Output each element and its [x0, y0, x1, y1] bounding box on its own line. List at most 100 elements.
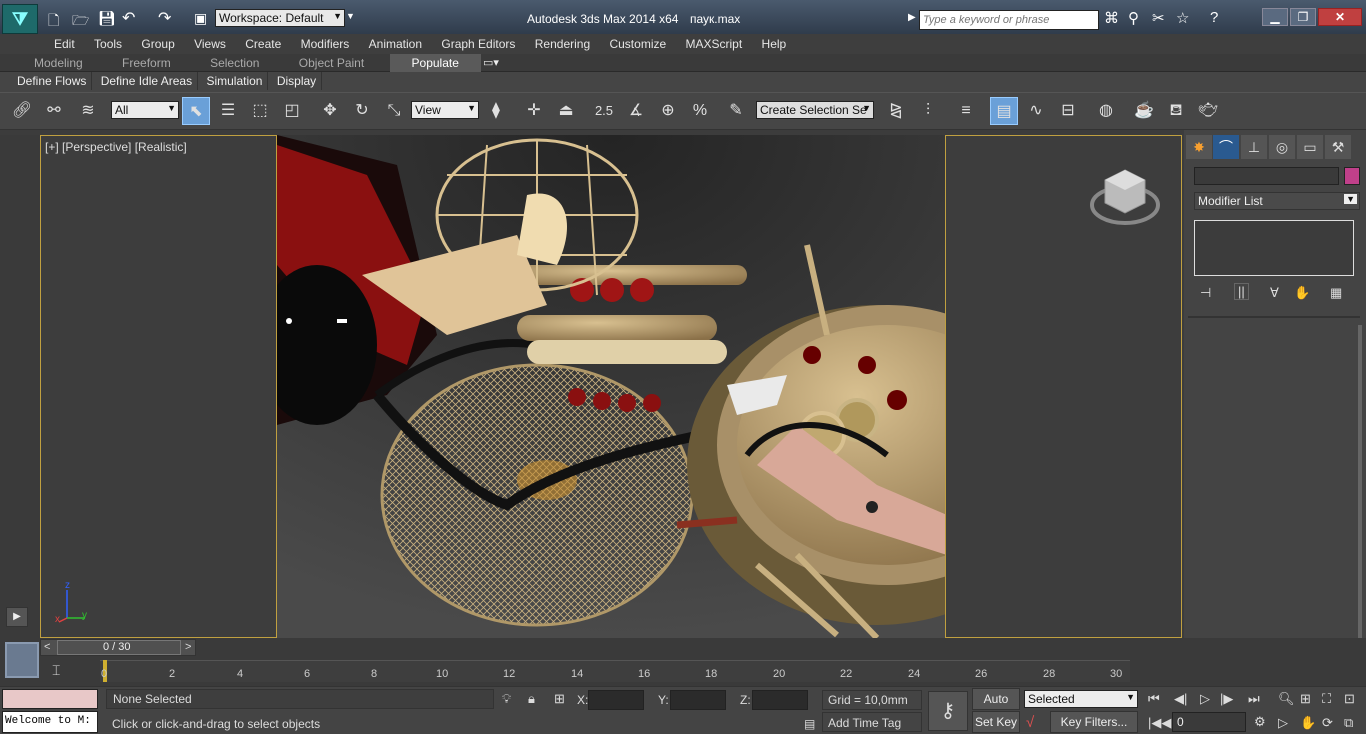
- search-input[interactable]: [919, 10, 1099, 30]
- communication-center-icon[interactable]: ✂: [1152, 9, 1165, 27]
- named-selection-dropdown[interactable]: Create Selection Se ▼: [756, 101, 874, 119]
- tab-freeform[interactable]: Freeform: [108, 54, 185, 72]
- align-icon[interactable]: ⫶: [914, 97, 942, 125]
- curve-editor-icon[interactable]: ∿: [1022, 97, 1050, 125]
- current-frame-field[interactable]: 0: [1172, 712, 1246, 732]
- define-flows-button[interactable]: Define Flows: [12, 72, 93, 90]
- selection-filter-dropdown[interactable]: All ▼: [111, 101, 179, 119]
- modifier-list-dropdown[interactable]: Modifier List ▼: [1194, 192, 1360, 210]
- zoom-icon[interactable]: 🔍︎: [1278, 691, 1295, 707]
- spinner-snap-icon[interactable]: %: [686, 97, 714, 125]
- go-to-start-icon[interactable]: ⏮: [1148, 691, 1160, 707]
- menu-create[interactable]: Create: [237, 34, 289, 54]
- viewport-label[interactable]: [+] [Perspective] [Realistic]: [45, 140, 187, 154]
- tab-modeling[interactable]: Modeling: [20, 54, 97, 72]
- set-key-button[interactable]: Set Key: [972, 711, 1020, 733]
- search-expand-icon[interactable]: ▶: [908, 12, 916, 23]
- go-to-end-icon[interactable]: ⏭: [1248, 691, 1260, 707]
- render-production-icon[interactable]: 🫖︎: [1194, 97, 1222, 125]
- save-file-icon[interactable]: 💾︎: [98, 10, 116, 27]
- utilities-tab-icon[interactable]: ⚒: [1325, 135, 1351, 159]
- material-editor-icon[interactable]: ◍: [1092, 97, 1120, 125]
- select-manipulate-icon[interactable]: ✛: [520, 97, 548, 125]
- favorites-star-icon[interactable]: ☆: [1176, 9, 1189, 27]
- simulation-button[interactable]: Simulation: [201, 72, 269, 90]
- viewport-thumbnail[interactable]: [5, 642, 39, 678]
- mirror-icon[interactable]: ⧎: [882, 97, 910, 125]
- time-slider-next-icon[interactable]: >: [185, 641, 191, 653]
- motion-tab-icon[interactable]: ◎: [1269, 135, 1295, 159]
- time-configuration-icon[interactable]: ⚙: [1254, 714, 1266, 730]
- close-button[interactable]: ✕: [1318, 8, 1362, 26]
- subscription-key-icon[interactable]: ⚲: [1128, 9, 1139, 27]
- play-icon[interactable]: ▷: [1200, 691, 1210, 707]
- tab-populate[interactable]: Populate: [389, 54, 481, 72]
- zoom-extents-icon[interactable]: ⛶: [1322, 691, 1331, 707]
- binoculars-icon[interactable]: ⌘: [1104, 9, 1119, 27]
- app-logo-icon[interactable]: ⧩: [2, 4, 38, 34]
- display-button[interactable]: Display: [272, 72, 323, 90]
- scale-icon[interactable]: ⤡: [380, 97, 408, 125]
- menu-graph-editors[interactable]: Graph Editors: [433, 34, 523, 54]
- configure-modifier-sets-icon[interactable]: ▦: [1330, 285, 1342, 301]
- ribbon-options-icon[interactable]: ▭▾: [483, 56, 499, 69]
- edit-named-selection-icon[interactable]: ✎: [722, 97, 750, 125]
- maxscript-mini-listener[interactable]: Welcome to M:: [2, 711, 98, 733]
- bind-space-warp-icon[interactable]: ≋: [74, 97, 102, 125]
- key-filters-button[interactable]: Key Filters...: [1050, 711, 1138, 733]
- next-frame-icon[interactable]: |▶: [1220, 691, 1233, 707]
- isolate-selection-icon[interactable]: 💡︎: [502, 691, 511, 707]
- modifier-stack[interactable]: [1194, 220, 1354, 276]
- menu-help[interactable]: Help: [754, 34, 795, 54]
- menu-rendering[interactable]: Rendering: [527, 34, 598, 54]
- panel-scrollbar[interactable]: [1358, 325, 1362, 655]
- set-keys-key-icon[interactable]: ⚷: [928, 691, 968, 731]
- keyboard-shortcut-override-icon[interactable]: ⏏: [552, 97, 580, 125]
- select-by-name-icon[interactable]: ☰: [214, 97, 242, 125]
- create-tab-icon[interactable]: ✸: [1186, 135, 1212, 159]
- tab-object-paint[interactable]: Object Paint: [285, 54, 378, 72]
- key-mode-toggle-icon[interactable]: |◀◀: [1148, 715, 1171, 731]
- scene-explorer-icon[interactable]: ▤: [990, 97, 1018, 125]
- maxscript-listener-toggle-button[interactable]: ▶: [6, 607, 28, 627]
- viewcube[interactable]: [1090, 165, 1160, 230]
- percent-snap-icon[interactable]: ⊕: [654, 97, 682, 125]
- add-time-tag-icon[interactable]: ▤: [804, 717, 815, 731]
- menu-edit[interactable]: Edit: [46, 34, 83, 54]
- orbit-icon[interactable]: ⟳: [1322, 715, 1333, 731]
- snaps-toggle-icon[interactable]: 2.5: [590, 97, 618, 125]
- maxscript-mini-listener-top[interactable]: [2, 689, 98, 709]
- selection-lock-icon[interactable]: 🔒︎: [528, 691, 535, 707]
- x-coord-field[interactable]: [588, 690, 644, 710]
- time-slider-handle[interactable]: [57, 640, 181, 655]
- workspace-dropdown-arrow-icon[interactable]: ▼: [346, 11, 355, 21]
- rectangular-selection-icon[interactable]: ⬚: [246, 97, 274, 125]
- open-file-icon[interactable]: 🗁: [72, 10, 89, 34]
- help-icon[interactable]: ?: [1210, 9, 1218, 26]
- workspace-dropdown[interactable]: Workspace: Default ▼: [215, 9, 345, 27]
- menu-group[interactable]: Group: [133, 34, 182, 54]
- redo-icon[interactable]: ↷: [158, 8, 171, 28]
- define-idle-areas-button[interactable]: Define Idle Areas: [96, 72, 199, 90]
- add-time-tag-button[interactable]: Add Time Tag: [822, 712, 922, 732]
- rendered-frame-window-icon[interactable]: ⛾: [1162, 97, 1190, 125]
- layer-manager-icon[interactable]: ≡: [952, 97, 980, 125]
- select-object-icon[interactable]: ⬉: [182, 97, 210, 125]
- previous-frame-icon[interactable]: ◀|: [1174, 691, 1187, 707]
- menu-customize[interactable]: Customize: [601, 34, 674, 54]
- object-color-swatch[interactable]: [1344, 167, 1360, 185]
- pin-stack-icon[interactable]: ⊣: [1200, 285, 1211, 301]
- reference-coordinate-dropdown[interactable]: View ▼: [411, 101, 479, 119]
- project-folder-icon[interactable]: ▣: [194, 10, 207, 27]
- menu-views[interactable]: Views: [186, 34, 234, 54]
- maximize-viewport-icon[interactable]: ⧉: [1344, 715, 1353, 731]
- new-file-icon[interactable]: 🗋: [48, 10, 59, 34]
- track-bar-icon[interactable]: ⌶: [52, 662, 60, 679]
- y-coord-field[interactable]: [670, 690, 726, 710]
- absolute-mode-icon[interactable]: ⊞: [554, 691, 565, 707]
- hierarchy-tab-icon[interactable]: ⊥: [1241, 135, 1267, 159]
- rotate-icon[interactable]: ↻: [348, 97, 376, 125]
- auto-key-button[interactable]: Auto Key: [972, 688, 1020, 726]
- schematic-view-icon[interactable]: ⊟: [1054, 97, 1082, 125]
- time-slider[interactable]: < 0 / 30 >: [40, 639, 196, 656]
